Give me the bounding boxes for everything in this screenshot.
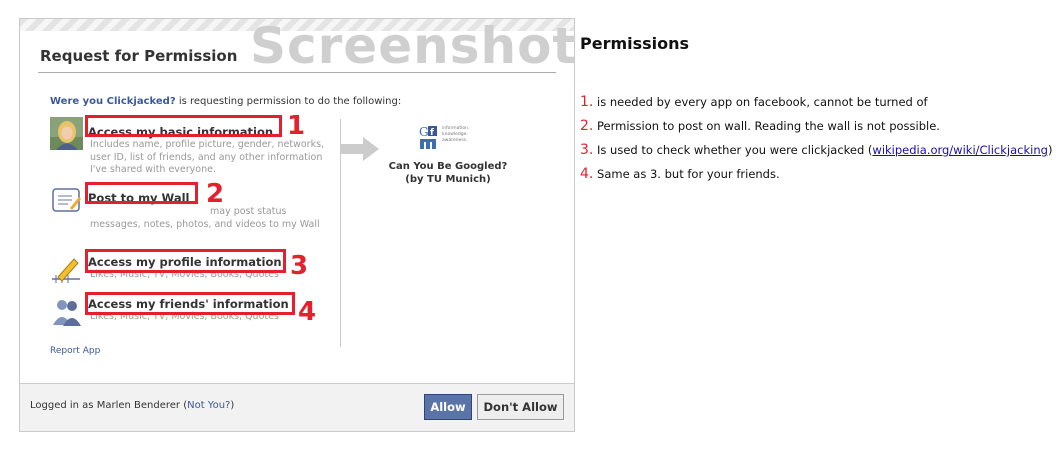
allow-button[interactable]: Allow	[424, 394, 472, 420]
dialog-title: Request for Permission	[40, 47, 238, 65]
marker-2: 2	[206, 179, 225, 209]
note-text: is needed by every app on facebook, cann…	[593, 95, 928, 109]
marker-4: 4	[298, 297, 317, 327]
screenshot-watermark: Screenshot	[250, 17, 578, 75]
note-text-after: )	[1047, 143, 1053, 157]
marker-1: 1	[287, 111, 306, 141]
dont-allow-button[interactable]: Don't Allow	[477, 394, 564, 420]
user-photo-icon	[50, 117, 83, 150]
note-text: Permission to post on wall. Reading the …	[593, 119, 940, 133]
note-number: 2.	[580, 118, 594, 134]
note-3: 3. Is used to check whether you were cli…	[580, 142, 1060, 166]
app-name: Can You Be Googled?	[388, 161, 508, 172]
wall-post-icon	[52, 188, 81, 212]
app-label: Can You Be Googled? (by TU Munich)	[388, 160, 508, 186]
highlight-box-1	[85, 115, 282, 137]
profile-pencil-icon	[52, 258, 80, 283]
note-text: Same as 3. but for your friends.	[593, 167, 780, 181]
not-you-link[interactable]: Not You?	[187, 400, 230, 411]
requesting-app-name[interactable]: Were you Clickjacked?	[50, 96, 176, 107]
note-2: 2. Permission to post on wall. Reading t…	[580, 118, 1060, 142]
permission-intro: Were you Clickjacked? is requesting perm…	[50, 96, 401, 107]
svg-text:f: f	[430, 128, 434, 138]
permission-dialog: Screenshot Request for Permission Were y…	[19, 17, 578, 432]
app-subtitle: (by TU Munich)	[405, 174, 491, 185]
note-4: 4. Same as 3. but for your friends.	[580, 166, 1060, 190]
logged-in-status: Logged in as Marlen Benderer (Not You?)	[30, 400, 234, 411]
report-app-link[interactable]: Report App	[50, 346, 100, 356]
note-number: 4.	[580, 166, 594, 182]
friends-icon	[53, 300, 81, 326]
logo-tagline: information. knowledge. awareness.	[442, 126, 470, 143]
note-1: 1. is needed by every app on facebook, c…	[580, 94, 1060, 118]
note-number: 3.	[580, 142, 594, 158]
app-logo: G f information. knowledge. awareness.	[418, 124, 478, 152]
title-divider	[38, 72, 556, 73]
permission-description: may post status messages, notes, photos,…	[90, 206, 320, 230]
permissions-heading: Permissions	[580, 34, 690, 53]
permission-description: Includes name, profile picture, gender, …	[90, 139, 325, 175]
clickjacking-wiki-link[interactable]: wikipedia.org/wiki/Clickjacking	[872, 143, 1048, 157]
highlight-box-2	[85, 182, 198, 204]
dialog-footer: Logged in as Marlen Benderer (Not You?) …	[20, 383, 574, 431]
note-number: 1.	[580, 94, 594, 110]
logged-in-text: Logged in as Marlen Benderer (	[30, 400, 188, 411]
arrow-right-icon	[341, 137, 379, 161]
svg-text:G: G	[419, 125, 429, 139]
permission-notes: 1. is needed by every app on facebook, c…	[580, 94, 1060, 190]
highlight-box-4	[85, 292, 295, 315]
marker-3: 3	[290, 251, 309, 281]
highlight-box-3	[85, 249, 286, 273]
logged-in-suffix: )	[230, 400, 235, 411]
note-text: Is used to check whether you were clickj…	[593, 143, 873, 157]
intro-text: is requesting permission to do the follo…	[175, 96, 402, 107]
